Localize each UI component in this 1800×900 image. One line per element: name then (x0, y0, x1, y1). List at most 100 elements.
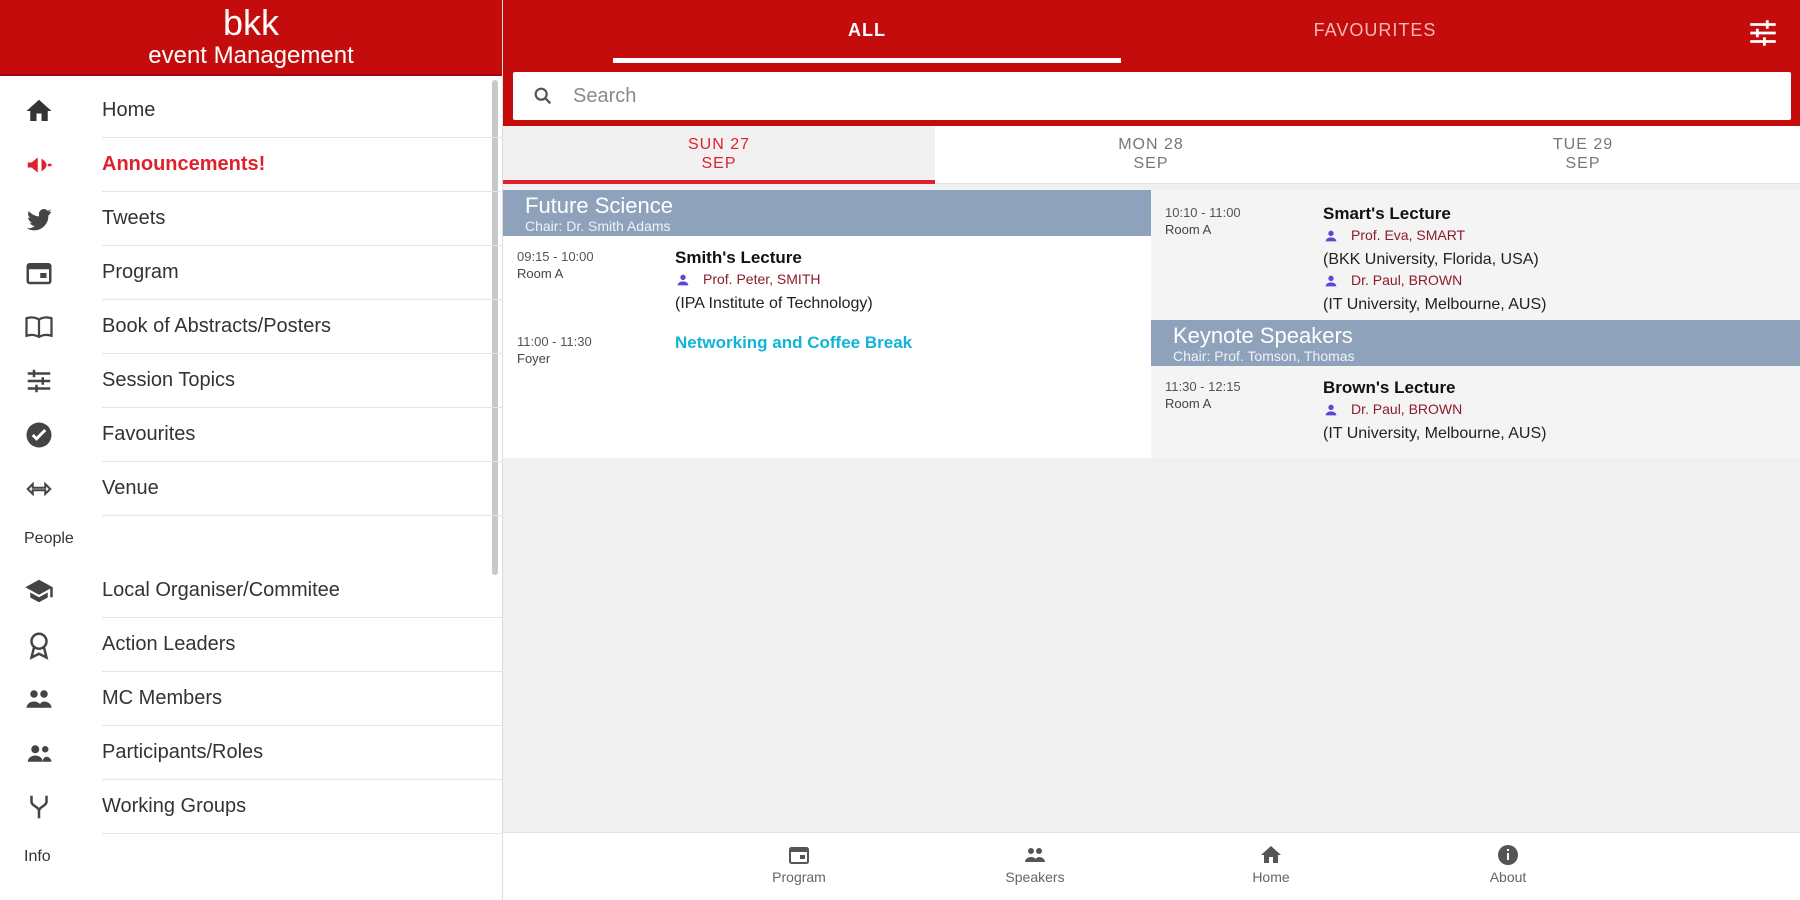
tab-all[interactable]: ALL (613, 20, 1121, 41)
search-bar (513, 72, 1791, 120)
book-icon (0, 312, 102, 342)
sidebar-item-label: Working Groups (102, 780, 502, 834)
bottom-nav-label: Home (1252, 869, 1290, 885)
person-icon (675, 271, 703, 293)
sidebar-item-label: Participants/Roles (102, 726, 502, 780)
sidebar-item-label: Favourites (102, 408, 502, 462)
brand-title: bkk (222, 2, 280, 43)
bottom-nav-speakers[interactable]: Speakers (970, 843, 1100, 885)
search-input[interactable] (573, 84, 1791, 108)
event-room: Room A (1165, 396, 1212, 411)
sidebar-item-label: MC Members (102, 672, 502, 726)
sidebar-item-label: Tweets (102, 192, 502, 246)
sidebar-item-program[interactable]: Program (0, 246, 502, 300)
session-header-keynote-speakers[interactable]: Keynote Speakers Chair: Prof. Tomson, Th… (1151, 320, 1800, 366)
event-time-range: 09:15 - 10:00 (517, 249, 594, 264)
speaker-affiliation: (IT University, Melbourne, AUS) (1323, 296, 1547, 313)
session-title: Keynote Speakers (1173, 323, 1353, 348)
day-tab-tue-29[interactable]: TUE 29 SEP (1367, 126, 1799, 184)
speaker-affiliation: (BKK University, Florida, USA) (1323, 251, 1539, 268)
day-tabs: SUN 27 SEP MON 28 SEP TUE 29 SEP (503, 126, 1800, 184)
event-smiths-lecture[interactable]: 09:15 - 10:00 Room A Smith's Lecture Pro… (503, 236, 1151, 319)
event-time: 10:10 - 11:00 Room A (1165, 204, 1323, 314)
sidebar-item-label: Home (102, 84, 502, 138)
speaker-affiliation: (IPA Institute of Technology) (675, 295, 873, 312)
event-room: Room A (517, 266, 564, 281)
event-time-range: 11:30 - 12:15 (1165, 379, 1241, 394)
day-tab-month: SEP (701, 155, 737, 172)
event-time-range: 10:10 - 11:00 (1165, 205, 1241, 220)
bottom-nav-about[interactable]: About (1443, 843, 1573, 885)
day-tab-day: SUN 27 (687, 136, 751, 153)
bottom-navigation: Program Speakers Home About (503, 832, 1800, 900)
speaker-name: Prof. Eva, SMART (1351, 227, 1466, 243)
session-chair: Chair: Dr. Smith Adams (525, 218, 671, 234)
twitter-icon (0, 204, 102, 234)
sidebar-item-label: Session Topics (102, 354, 502, 408)
sidebar-item-announcements[interactable]: Announcements! (0, 138, 502, 192)
sidebar-item-session-topics[interactable]: Session Topics (0, 354, 502, 408)
event-browns-lecture[interactable]: 11:30 - 12:15 Room A Brown's Lecture Dr.… (1151, 366, 1800, 449)
event-title: Smith's Lecture (675, 248, 802, 267)
group-icon (0, 684, 102, 714)
sidebar-item-label: Local Organiser/Commitee (102, 564, 502, 618)
active-tab-indicator (613, 58, 1121, 63)
day-tab-mon-28[interactable]: MON 28 SEP (935, 126, 1367, 184)
speaker-name: Dr. Paul, BROWN (1351, 401, 1463, 417)
person-icon (1323, 227, 1351, 249)
search-icon (513, 85, 573, 107)
sidebar-item-venue[interactable]: Venue (0, 462, 502, 516)
schedule-column-right: 10:10 - 11:00 Room A Smart's Lecture Pro… (1151, 190, 1800, 458)
sidebar-item-mc-members[interactable]: MC Members (0, 672, 502, 726)
session-chair: Chair: Prof. Tomson, Thomas (1173, 348, 1355, 364)
event-networking-break[interactable]: 11:00 - 11:30 Foyer Networking and Coffe… (503, 319, 1151, 373)
top-app-bar: ALL FAVOURITES (503, 0, 1800, 126)
bottom-nav-label: Speakers (1005, 869, 1065, 885)
sidebar-item-favourites[interactable]: Favourites (0, 408, 502, 462)
day-tab-month: SEP (1565, 155, 1601, 172)
app-brand: bkk event Management (0, 0, 502, 76)
event-time: 11:30 - 12:15 Room A (1165, 378, 1323, 443)
speaker-link[interactable]: Dr. Paul, BROWN (1323, 272, 1786, 294)
event-room: Foyer (517, 351, 551, 366)
sidebar-item-local-organiser[interactable]: Local Organiser/Commitee (0, 564, 502, 618)
bottom-nav-program[interactable]: Program (734, 843, 864, 885)
people-icon (0, 738, 102, 768)
sidebar-item-action-leaders[interactable]: Action Leaders (0, 618, 502, 672)
award-icon (0, 630, 102, 660)
fork-icon (0, 792, 102, 822)
speaker-affiliation: (IT University, Melbourne, AUS) (1323, 425, 1547, 442)
day-tab-day: MON 28 (1118, 136, 1184, 153)
speaker-link[interactable]: Dr. Paul, BROWN (1323, 401, 1786, 423)
sidebar-item-working-groups[interactable]: Working Groups (0, 780, 502, 834)
day-tab-sun-27[interactable]: SUN 27 SEP (503, 126, 935, 184)
event-time: 11:00 - 11:30 Foyer (517, 333, 675, 367)
home-icon (1206, 843, 1336, 867)
session-title: Future Science (525, 193, 673, 218)
topics-icon (0, 366, 102, 396)
speaker-link[interactable]: Prof. Eva, SMART (1323, 227, 1786, 249)
event-smarts-lecture[interactable]: 10:10 - 11:00 Room A Smart's Lecture Pro… (1151, 190, 1800, 320)
speaker-name: Prof. Peter, SMITH (703, 271, 821, 287)
section-label-people: People (24, 530, 74, 547)
tune-icon[interactable] (1746, 16, 1780, 50)
sidebar-item-tweets[interactable]: Tweets (0, 192, 502, 246)
sidebar-item-home[interactable]: Home (0, 84, 502, 138)
sidebar-item-participants[interactable]: Participants/Roles (0, 726, 502, 780)
speaker-link[interactable]: Prof. Peter, SMITH (675, 271, 1137, 293)
sidebar-item-label: Venue (102, 462, 502, 516)
event-title: Brown's Lecture (1323, 378, 1456, 397)
speaker-name: Dr. Paul, BROWN (1351, 272, 1463, 288)
bottom-nav-label: About (1489, 869, 1527, 885)
event-time-range: 11:00 - 11:30 (517, 334, 592, 349)
tab-favourites[interactable]: FAVOURITES (1121, 20, 1629, 41)
day-tab-day: TUE 29 (1552, 136, 1614, 153)
bottom-nav-home[interactable]: Home (1206, 843, 1336, 885)
sidebar-item-label: Announcements! (102, 138, 502, 192)
event-room: Room A (1165, 222, 1212, 237)
school-icon (0, 576, 102, 606)
sidebar-item-book-of-abstracts[interactable]: Book of Abstracts/Posters (0, 300, 502, 354)
section-label-info: Info (24, 848, 51, 865)
session-header-future-science[interactable]: Future Science Chair: Dr. Smith Adams (503, 190, 1151, 236)
bottom-nav-label: Program (772, 869, 826, 885)
